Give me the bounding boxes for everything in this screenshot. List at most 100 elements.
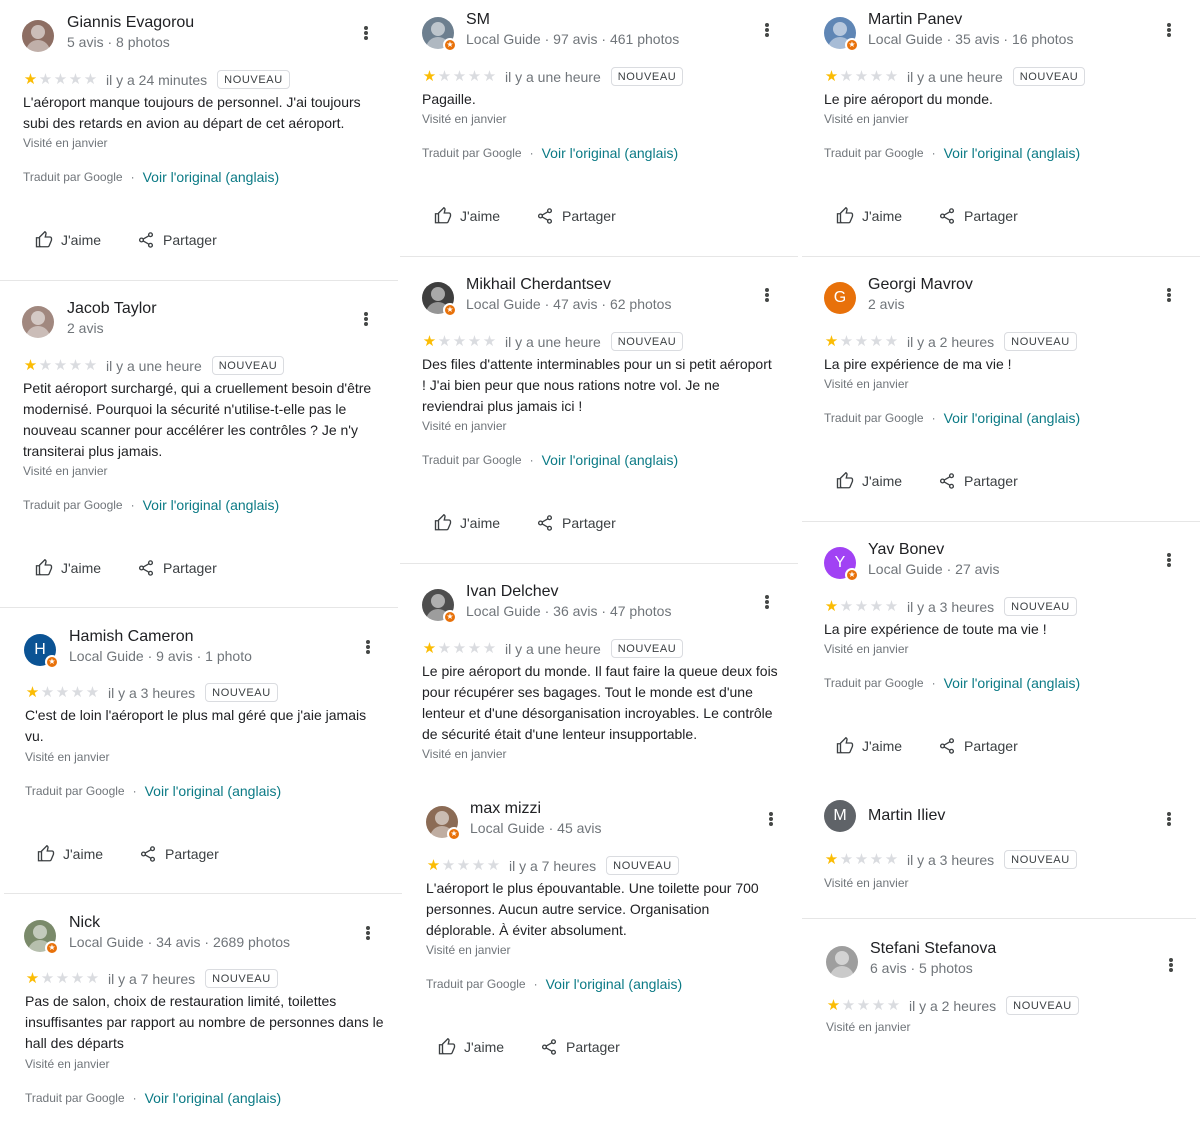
thumbs-up-icon	[434, 207, 452, 224]
reviewer-name[interactable]: Martin Panev	[868, 11, 962, 29]
star-rating: ★ ★ ★ ★ ★	[824, 599, 899, 614]
avatar[interactable]: M	[824, 800, 856, 832]
more-options-icon[interactable]	[1165, 956, 1177, 974]
avatar[interactable]: Y ★	[824, 547, 859, 582]
more-options-icon[interactable]	[1163, 286, 1175, 304]
more-options-icon[interactable]	[360, 310, 372, 328]
share-button[interactable]: Partager	[938, 472, 1018, 490]
visited-label: Visité en janvier	[25, 750, 110, 764]
view-original-link[interactable]: Voir l'original (anglais)	[944, 675, 1081, 691]
reviewer-name[interactable]: Georgi Mavrov	[868, 276, 973, 294]
reviewer-name[interactable]: Hamish Cameron	[69, 628, 193, 646]
more-options-icon[interactable]	[761, 286, 773, 304]
avatar[interactable]: ★	[24, 920, 59, 955]
like-button[interactable]: J'aime	[836, 207, 902, 225]
reviewer-name[interactable]: Jacob Taylor	[67, 300, 157, 318]
local-guide-badge-icon: ★	[845, 568, 859, 582]
like-button[interactable]: J'aime	[836, 737, 902, 755]
more-options-icon[interactable]	[761, 593, 773, 611]
reviewer-name[interactable]: Mikhail Cherdantsev	[466, 276, 611, 294]
view-original-link[interactable]: Voir l'original (anglais)	[145, 1090, 282, 1106]
like-button[interactable]: J'aime	[35, 231, 101, 249]
reviewer-meta: 2 avis	[67, 320, 104, 336]
review-text: Le pire aéroport du monde.	[824, 91, 993, 107]
more-options-icon[interactable]	[1163, 551, 1175, 569]
like-button[interactable]: J'aime	[35, 559, 101, 577]
more-options-icon[interactable]	[362, 638, 374, 656]
translated-by-label: Traduit par Google	[422, 146, 522, 160]
view-original-link[interactable]: Voir l'original (anglais)	[145, 783, 282, 799]
like-button[interactable]: J'aime	[37, 845, 103, 863]
more-options-icon[interactable]	[1163, 810, 1175, 828]
view-original-link[interactable]: Voir l'original (anglais)	[944, 410, 1081, 426]
thumbs-up-icon	[35, 559, 53, 576]
star-empty-icon: ★	[486, 857, 501, 874]
more-options-icon[interactable]	[765, 810, 777, 828]
reviewer-meta: Local Guide · 34 avis · 2689 photos	[69, 934, 291, 950]
view-original-link[interactable]: Voir l'original (anglais)	[944, 145, 1081, 161]
avatar[interactable]	[826, 946, 858, 978]
view-original-link[interactable]: Voir l'original (anglais)	[542, 452, 679, 468]
more-options-icon[interactable]	[761, 21, 773, 39]
star-filled-icon: ★	[25, 970, 40, 987]
share-button[interactable]: Partager	[536, 207, 616, 225]
reviewer-name[interactable]: Nick	[69, 914, 100, 932]
share-button[interactable]: Partager	[137, 231, 217, 249]
review-time: il y a 7 heures	[108, 970, 196, 987]
visited-label: Visité en janvier	[23, 136, 108, 150]
divider	[802, 521, 1200, 522]
review-time: il y a 2 heures	[909, 997, 997, 1014]
rating-row: ★ ★ ★ ★ ★ il y a 7 heures NOUVEAU	[25, 969, 278, 988]
view-original-link[interactable]: Voir l'original (anglais)	[546, 976, 683, 992]
share-button[interactable]: Partager	[540, 1038, 620, 1056]
avatar[interactable]: ★	[422, 282, 457, 317]
view-original-link[interactable]: Voir l'original (anglais)	[143, 169, 280, 185]
avatar[interactable]: ★	[422, 589, 457, 624]
review-card: ★ Nick Local Guide · 34 avis · 2689 phot…	[0, 914, 398, 1120]
reviewer-name[interactable]: max mizzi	[470, 800, 541, 818]
like-button[interactable]: J'aime	[438, 1038, 504, 1056]
avatar[interactable]: H ★	[24, 634, 59, 669]
reviewer-name[interactable]: SM	[466, 11, 490, 29]
star-rating: ★ ★ ★ ★ ★	[422, 69, 497, 84]
avatar[interactable]	[22, 306, 54, 338]
separator-dot: ·	[931, 146, 936, 160]
reviewer-name[interactable]: Ivan Delchev	[466, 583, 559, 601]
new-badge: NOUVEAU	[610, 639, 684, 658]
view-original-link[interactable]: Voir l'original (anglais)	[542, 145, 679, 161]
star-empty-icon: ★	[55, 684, 70, 701]
more-options-icon[interactable]	[360, 24, 372, 42]
share-button[interactable]: Partager	[536, 514, 616, 532]
star-empty-icon: ★	[884, 333, 899, 350]
translated-by-label: Traduit par Google	[824, 146, 924, 160]
like-button[interactable]: J'aime	[434, 207, 500, 225]
share-button[interactable]: Partager	[938, 737, 1018, 755]
star-empty-icon: ★	[854, 851, 869, 868]
more-options-icon[interactable]	[362, 924, 374, 942]
star-filled-icon: ★	[426, 857, 441, 874]
reviewer-name[interactable]: Yav Bonev	[868, 541, 944, 559]
share-button[interactable]: Partager	[938, 207, 1018, 225]
view-original-link[interactable]: Voir l'original (anglais)	[143, 497, 280, 513]
share-button[interactable]: Partager	[137, 559, 217, 577]
share-button[interactable]: Partager	[139, 845, 219, 863]
star-empty-icon: ★	[841, 997, 856, 1014]
star-empty-icon: ★	[871, 997, 886, 1014]
review-card: ★ SM Local Guide · 97 avis · 461 photos …	[398, 11, 800, 247]
avatar[interactable]: ★	[824, 17, 859, 52]
star-empty-icon: ★	[884, 68, 899, 85]
avatar[interactable]: G	[824, 282, 856, 314]
more-options-icon[interactable]	[1163, 21, 1175, 39]
like-button[interactable]: J'aime	[434, 514, 500, 532]
like-button[interactable]: J'aime	[836, 472, 902, 490]
reviewer-name[interactable]: Stefani Stefanova	[870, 940, 996, 958]
reviewer-name[interactable]: Martin Iliev	[868, 807, 945, 825]
avatar[interactable]: ★	[422, 17, 457, 52]
divider	[400, 256, 798, 257]
avatar[interactable]: ★	[426, 806, 461, 841]
share-icon	[140, 846, 156, 862]
avatar[interactable]	[22, 20, 54, 52]
review-text: C'est de loin l'aéroport le plus mal gér…	[25, 707, 367, 744]
reviewer-name[interactable]: Giannis Evagorou	[67, 14, 194, 32]
reviewer-meta: Local Guide · 9 avis · 1 photo	[69, 648, 252, 664]
